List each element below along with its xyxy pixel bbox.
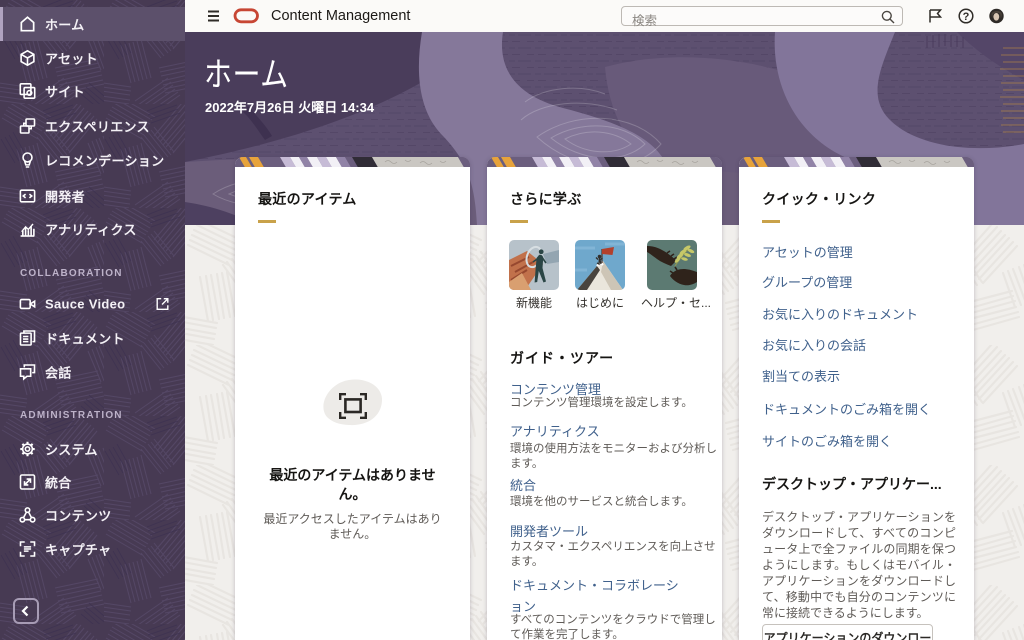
- svg-text:?: ?: [963, 11, 970, 23]
